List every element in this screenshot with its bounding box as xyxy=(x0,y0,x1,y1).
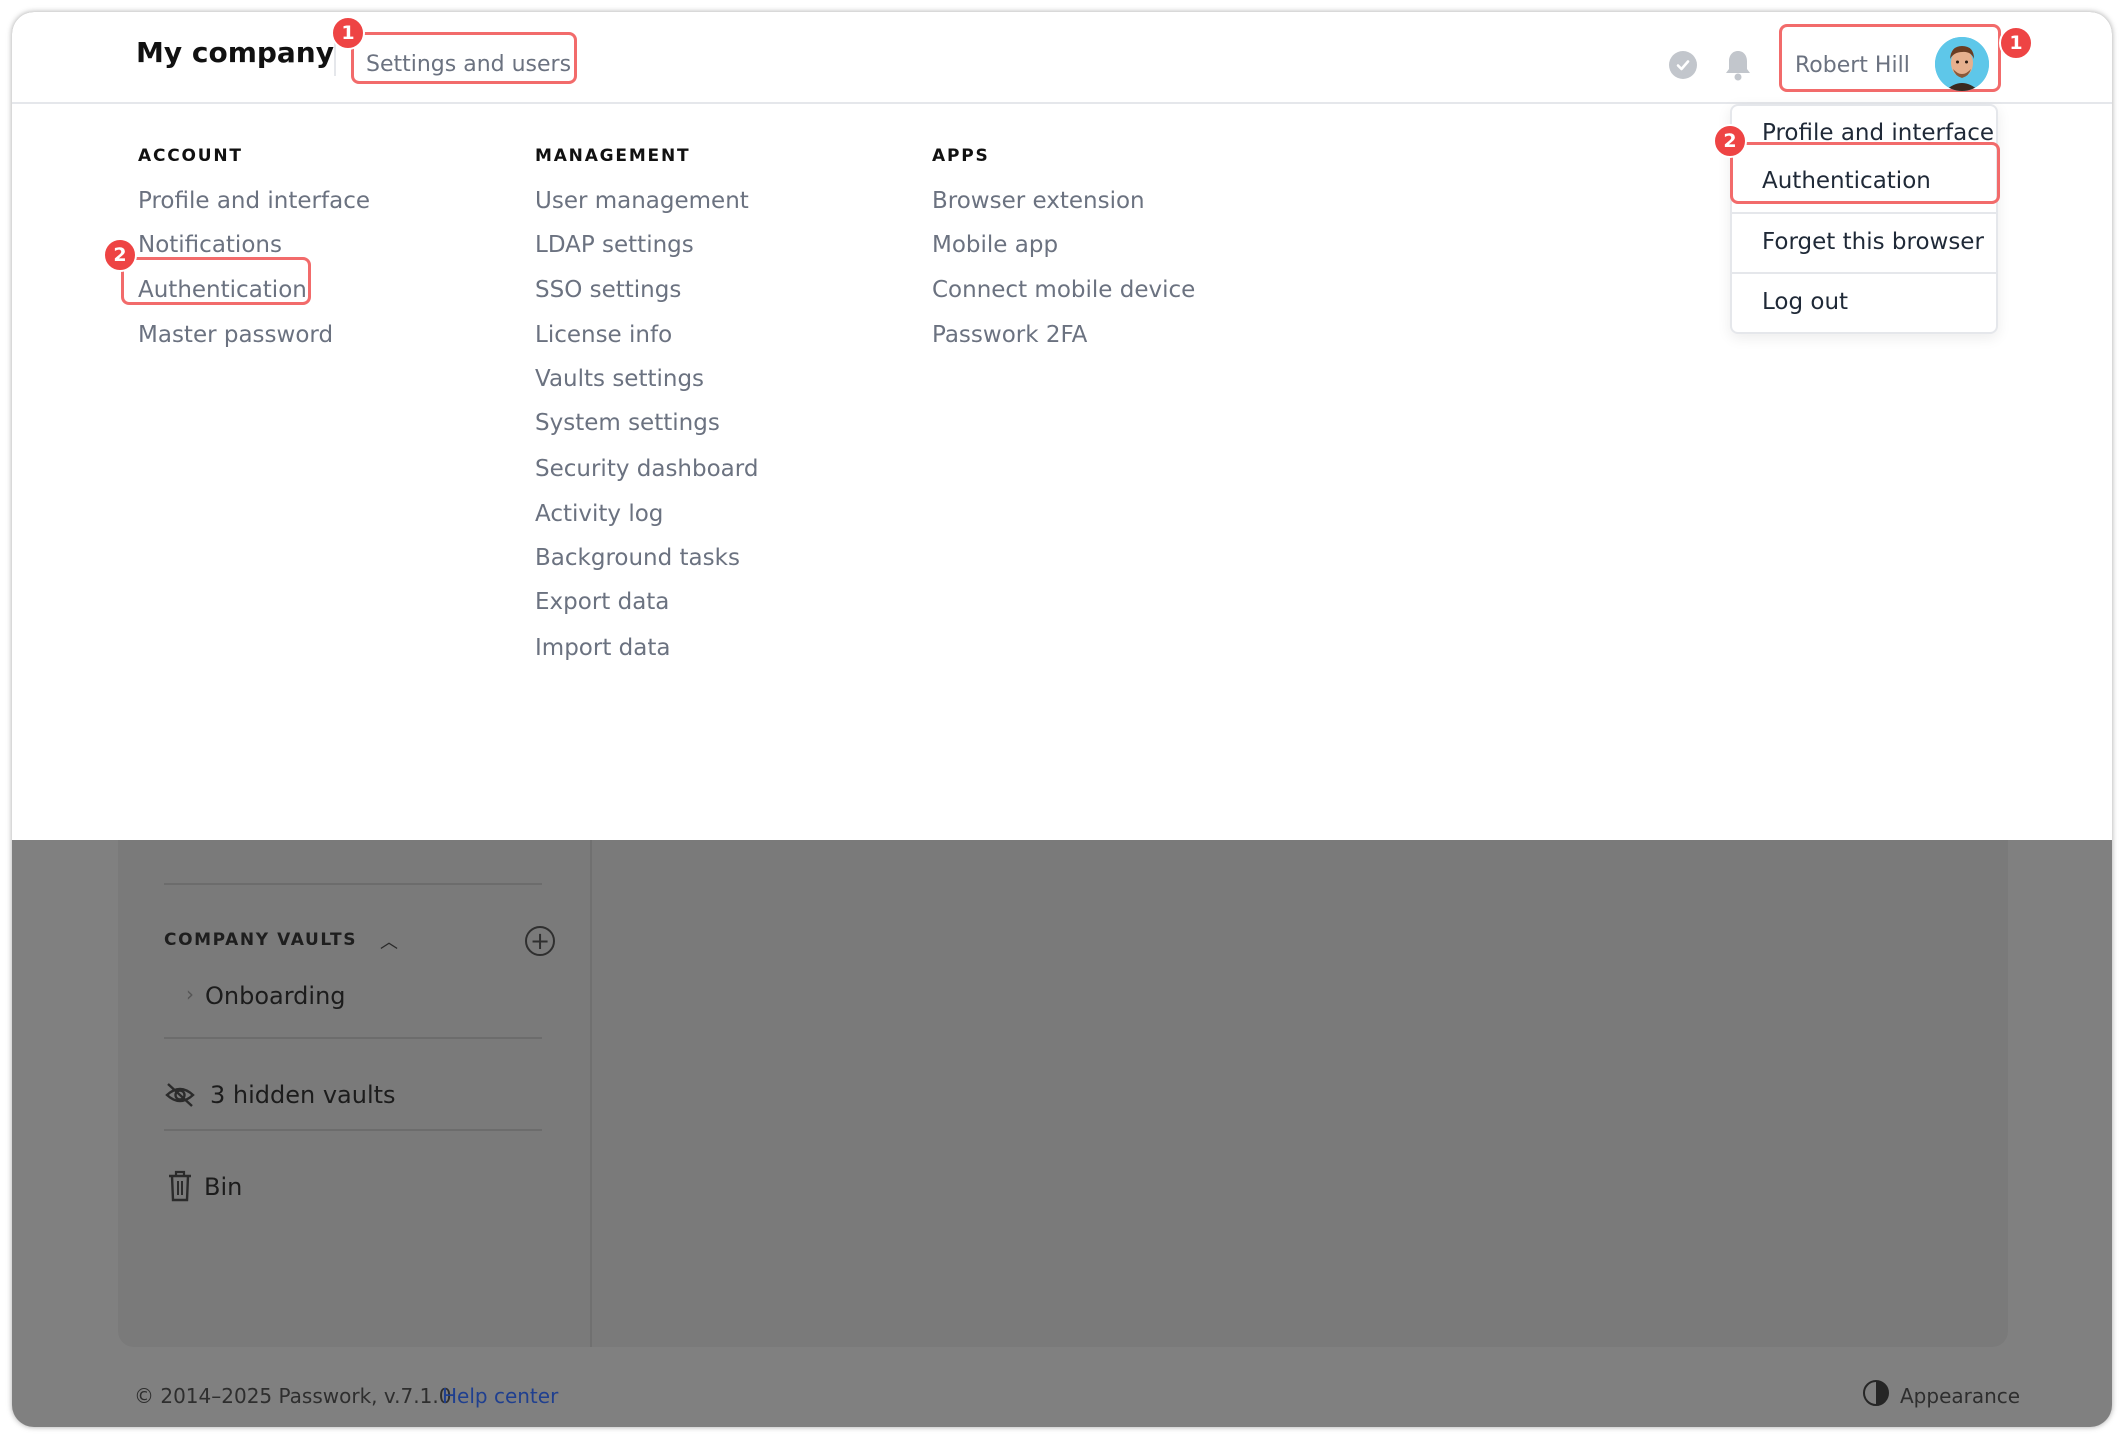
bell-icon[interactable] xyxy=(1723,48,1753,82)
bin-link[interactable]: Bin xyxy=(204,1173,242,1201)
menu-link-master-password[interactable]: Master password xyxy=(138,322,333,348)
dropdown-separator xyxy=(1732,272,1996,274)
menu-link-notifications[interactable]: Notifications xyxy=(138,232,282,258)
menu-link-activity-log[interactable]: Activity log xyxy=(535,501,663,527)
menu-link-user-management[interactable]: User management xyxy=(535,188,749,214)
dropdown-separator xyxy=(1732,212,1996,214)
company-name[interactable]: My company xyxy=(136,36,334,69)
highlight-frame xyxy=(1730,142,2000,204)
chevron-up-icon[interactable]: ︿ xyxy=(380,928,398,954)
company-vaults-heading: COMPANY VAULTS xyxy=(164,930,358,950)
settings-and-users-link[interactable]: Settings and users xyxy=(366,52,571,77)
menu-link-security-dashboard[interactable]: Security dashboard xyxy=(535,456,758,482)
management-heading: MANAGEMENT xyxy=(535,146,691,166)
menu-link-sso-settings[interactable]: SSO settings xyxy=(535,277,681,303)
sidebar-divider xyxy=(164,1037,542,1039)
menu-link-system-settings[interactable]: System settings xyxy=(535,410,720,436)
menu-link-import-data[interactable]: Import data xyxy=(535,635,670,661)
sidebar-divider xyxy=(164,883,542,885)
step-badge: 2 xyxy=(1713,124,1747,158)
help-center-link[interactable]: Help center xyxy=(442,1384,558,1408)
step-badge: 2 xyxy=(103,238,137,272)
user-menu-button[interactable]: Robert Hill xyxy=(1795,53,1910,78)
step-badge: 1 xyxy=(1999,26,2033,60)
menu-link-authentication[interactable]: Authentication xyxy=(138,277,307,303)
eye-off-icon xyxy=(165,1083,195,1107)
sidebar-divider xyxy=(164,1129,542,1131)
vault-item-onboarding[interactable]: Onboarding xyxy=(205,982,346,1010)
step-badge: 1 xyxy=(331,16,365,50)
menu-link-background-tasks[interactable]: Background tasks xyxy=(535,545,740,571)
account-heading: ACCOUNT xyxy=(138,146,243,166)
vault-sidebar xyxy=(118,792,592,1347)
menu-link-passwork-2fa[interactable]: Passwork 2FA xyxy=(932,322,1087,348)
menu-link-license-info[interactable]: License info xyxy=(535,322,672,348)
menu-link-profile-interface[interactable]: Profile and interface xyxy=(138,188,370,214)
check-circle-icon[interactable] xyxy=(1669,51,1697,79)
top-bar: My company Settings and users 1 Robert H… xyxy=(12,12,2112,104)
dropdown-item-forget-browser[interactable]: Forget this browser xyxy=(1762,229,1984,255)
add-vault-icon[interactable]: + xyxy=(525,926,555,956)
dropdown-item-log-out[interactable]: Log out xyxy=(1762,289,1848,315)
menu-link-ldap-settings[interactable]: LDAP settings xyxy=(535,232,694,258)
chevron-right-icon[interactable]: › xyxy=(186,982,194,1006)
menu-link-connect-mobile-device[interactable]: Connect mobile device xyxy=(932,277,1195,303)
menu-link-export-data[interactable]: Export data xyxy=(535,589,669,615)
apps-heading: APPS xyxy=(932,146,990,166)
copyright-text: © 2014–2025 Passwork, v.7.1.0 xyxy=(134,1384,452,1408)
menu-link-browser-extension[interactable]: Browser extension xyxy=(932,188,1145,214)
menu-link-vaults-settings[interactable]: Vaults settings xyxy=(535,366,704,392)
user-dropdown-menu: Profile and interface Authentication For… xyxy=(1730,104,1998,334)
app-window: COMPANY VAULTS ︿ + › Onboarding 3 hidden… xyxy=(12,12,2112,1427)
hidden-vaults-link[interactable]: 3 hidden vaults xyxy=(210,1081,396,1109)
menu-link-mobile-app[interactable]: Mobile app xyxy=(932,232,1058,258)
avatar[interactable] xyxy=(1935,37,1989,91)
settings-menu-overlay: My company Settings and users 1 Robert H… xyxy=(12,12,2112,840)
appearance-toggle[interactable]: Appearance xyxy=(1900,1384,2020,1408)
appearance-icon[interactable] xyxy=(1863,1380,1889,1406)
trash-icon xyxy=(169,1170,191,1202)
